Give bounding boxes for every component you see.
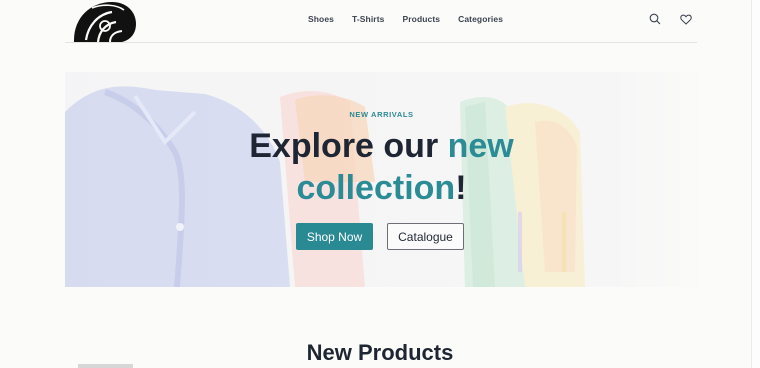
new-products-title: New Products [306, 340, 454, 365]
site-header: Shoes T-Shirts Products Categories [0, 0, 760, 43]
search-icon[interactable] [647, 11, 663, 27]
headline-accent-collection: collection [296, 169, 456, 207]
catalogue-button[interactable]: Catalogue [387, 223, 464, 250]
nav-t-shirts[interactable]: T-Shirts [352, 14, 384, 24]
product-card-peek [78, 364, 133, 368]
headline-accent-new: new [447, 127, 514, 165]
hero-content: NEW ARRIVALS Explore our new collection!… [65, 72, 698, 287]
header-divider [65, 42, 697, 43]
headline-text: Explore our [249, 127, 448, 165]
nav-products[interactable]: Products [402, 14, 440, 24]
shell-logo-icon[interactable] [72, 0, 138, 43]
shop-now-button[interactable]: Shop Now [296, 223, 373, 250]
page-scrollbar[interactable] [751, 0, 760, 368]
headline-exclamation: ! [455, 169, 467, 207]
hero-banner: NEW ARRIVALS Explore our new collection!… [65, 72, 698, 287]
heart-icon[interactable] [678, 11, 694, 27]
main-nav: Shoes T-Shirts Products Categories [308, 14, 521, 24]
nav-shoes[interactable]: Shoes [308, 14, 334, 24]
hero-headline: Explore our new collection! [65, 125, 698, 209]
nav-categories[interactable]: Categories [458, 14, 503, 24]
hero-eyebrow: NEW ARRIVALS [349, 110, 414, 119]
